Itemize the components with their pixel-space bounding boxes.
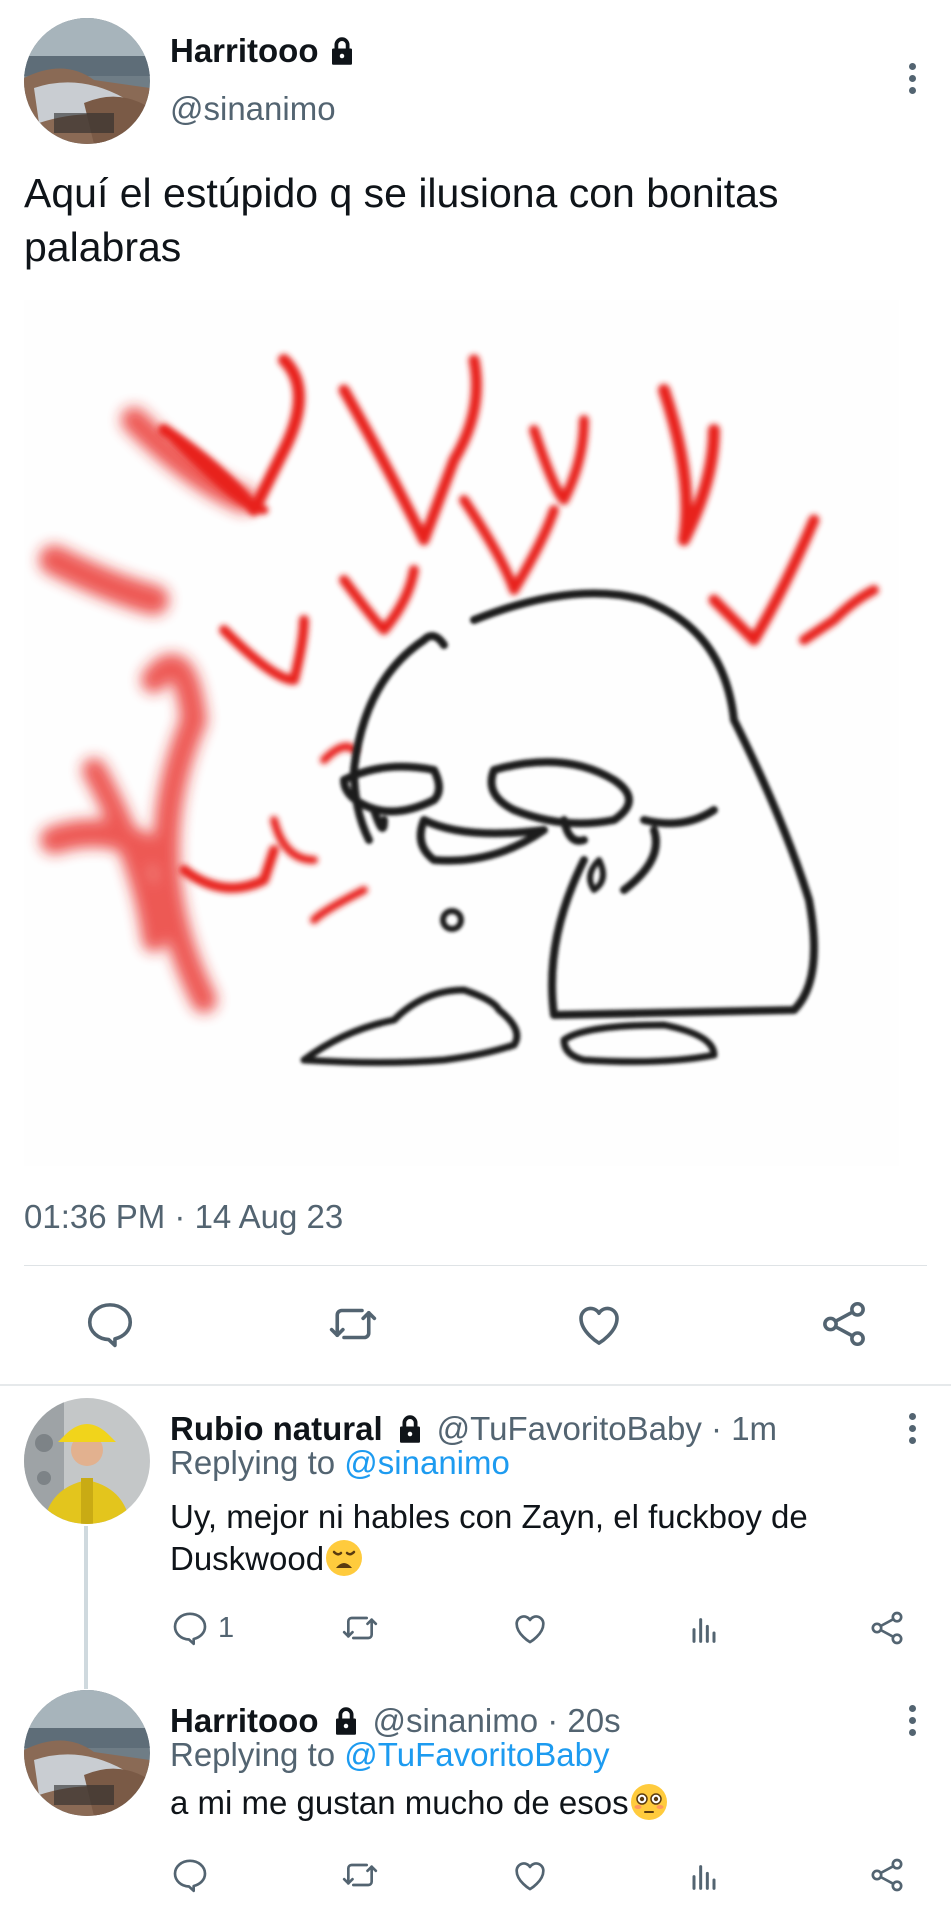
retweet-icon[interactable] [340,1606,380,1650]
more-options-icon[interactable] [897,58,927,98]
share-icon[interactable] [867,1606,907,1650]
like-icon[interactable] [510,1853,550,1897]
author-name[interactable]: Harritooo [170,32,319,70]
analytics-icon[interactable] [684,1853,724,1897]
tweet-timestamp: 01:36 PM · 14 Aug 23 [24,1198,344,1235]
more-options-icon[interactable] [897,1408,927,1448]
author-name[interactable]: Rubio natural [170,1410,383,1448]
reply-button[interactable]: 1 [170,1606,234,1650]
divider [24,1265,927,1266]
retweet-icon[interactable] [340,1853,380,1897]
reply-text: a mi me gustan mucho de esos [170,1782,910,1824]
author-handle[interactable]: @sinanimo [170,90,336,128]
reply-text-content: a mi me gustan mucho de esos [170,1784,629,1821]
tweet-text: Aquí el estúpido q se ilusiona con bonit… [24,170,779,270]
mention-link[interactable]: @TuFavoritoBaby [344,1736,609,1773]
mention-link[interactable]: @sinanimo [344,1444,510,1481]
reply-actions: 1 [170,1606,927,1656]
reply-count: 1 [218,1611,235,1644]
retweet-icon[interactable] [326,1297,380,1351]
tweet-media-image[interactable] [24,300,899,1166]
share-icon[interactable] [867,1853,907,1897]
replying-label: Replying to [170,1736,336,1773]
flushed-face-icon [629,1782,669,1822]
handle-and-time: @TuFavoritoBaby · 1m [436,1410,778,1447]
more-options-icon[interactable] [897,1700,927,1740]
reply-text-content: Uy, mejor ni hables con Zayn, el fuckboy… [170,1498,808,1577]
reply-actions [170,1853,927,1903]
weary-face-icon [324,1538,364,1578]
replying-to: Replying to @TuFavoritoBaby [170,1736,610,1774]
author-line: Harritooo [170,32,357,70]
reply-header: Rubio natural @TuFavoritoBaby · 1m [170,1410,777,1448]
tweet-actions [24,1285,927,1365]
handle-and-time: @sinanimo · 20s [372,1702,621,1739]
reply-tweet[interactable]: Rubio natural @TuFavoritoBaby · 1m Reply… [24,1398,927,1668]
analytics-icon[interactable] [684,1606,724,1650]
replying-label: Replying to [170,1444,336,1481]
reply-icon[interactable] [83,1297,137,1351]
lock-icon [331,1706,361,1736]
lock-icon [395,1414,425,1444]
reply-header: Harritooo @sinanimo · 20s [170,1702,621,1740]
author-name[interactable]: Harritooo [170,1702,319,1740]
like-icon[interactable] [510,1606,550,1650]
reply-icon[interactable] [170,1853,210,1897]
crying-blob-drawing [24,300,899,1166]
reply-tweet[interactable]: Harritooo @sinanimo · 20s Replying to @T… [24,1690,927,1920]
like-icon[interactable] [572,1297,626,1351]
reply-text: Uy, mejor ni hables con Zayn, el fuckboy… [170,1496,910,1580]
tweet-detail-page: Harritooo @sinanimo Aquí el estúpido q s… [0,0,951,1920]
main-tweet-header: Harritooo @sinanimo [24,18,927,148]
divider [0,1384,951,1386]
reply-icon [173,1612,207,1646]
replying-to: Replying to @sinanimo [170,1444,510,1482]
avatar[interactable] [24,1398,150,1524]
avatar[interactable] [24,1690,150,1816]
avatar[interactable] [24,18,150,144]
lock-icon [327,36,357,66]
share-icon[interactable] [817,1297,871,1351]
